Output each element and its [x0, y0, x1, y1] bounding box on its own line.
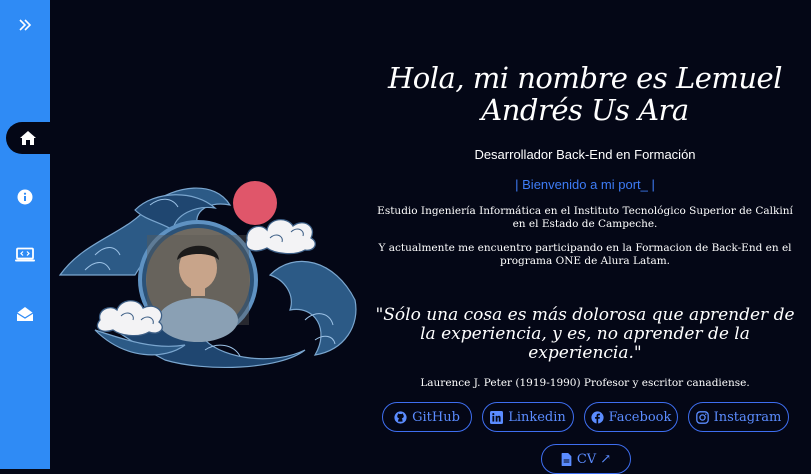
instagram-label: Instagram [713, 409, 782, 425]
info-icon [17, 189, 33, 205]
instagram-icon [695, 410, 709, 424]
instagram-link[interactable]: Instagram [688, 402, 789, 432]
double-chevron-right-icon [18, 18, 32, 32]
github-icon [394, 410, 407, 424]
facebook-link[interactable]: Facebook [584, 402, 678, 432]
sidebar-item-about[interactable] [0, 181, 50, 213]
quote-author: Laurence J. Peter (1919-1990) Profesor y… [420, 377, 750, 389]
subtitle: Desarrollador Back-End en Formación [474, 147, 696, 162]
sidebar-item-contact[interactable] [0, 298, 50, 330]
linkedin-label: Linkedin [508, 409, 566, 425]
quote-text: "Sólo una cosa es más dolorosa que apren… [375, 305, 795, 363]
intro-paragraph: Estudio Ingeniería Informática en el Ins… [377, 205, 793, 230]
sidebar-toggle-button[interactable] [0, 9, 50, 41]
linkedin-link[interactable]: Linkedin [482, 402, 574, 432]
typing-banner: | Bienvenido a mi port_ | [515, 177, 655, 192]
code-laptop-icon [15, 247, 35, 263]
linkedin-icon [490, 410, 504, 424]
github-label: GitHub [412, 409, 460, 425]
facebook-icon [591, 410, 604, 424]
sidebar [0, 0, 50, 469]
current-paragraph: Y actualmente me encuentro participando … [378, 242, 792, 267]
facebook-label: Facebook [608, 409, 672, 425]
sun-decoration [233, 181, 277, 225]
profile-illustration [55, 180, 360, 370]
home-icon [19, 130, 37, 146]
envelope-open-icon [16, 306, 34, 322]
cv-label: CV ↗ [576, 451, 612, 467]
sidebar-item-home[interactable] [6, 122, 50, 154]
sidebar-item-projects[interactable] [0, 239, 50, 271]
cv-link[interactable]: CV ↗ [541, 444, 631, 474]
github-link[interactable]: GitHub [382, 402, 472, 432]
file-icon [561, 452, 572, 466]
page-title: Hola, mi nombre es Lemuel Andrés Us Ara [388, 61, 782, 127]
